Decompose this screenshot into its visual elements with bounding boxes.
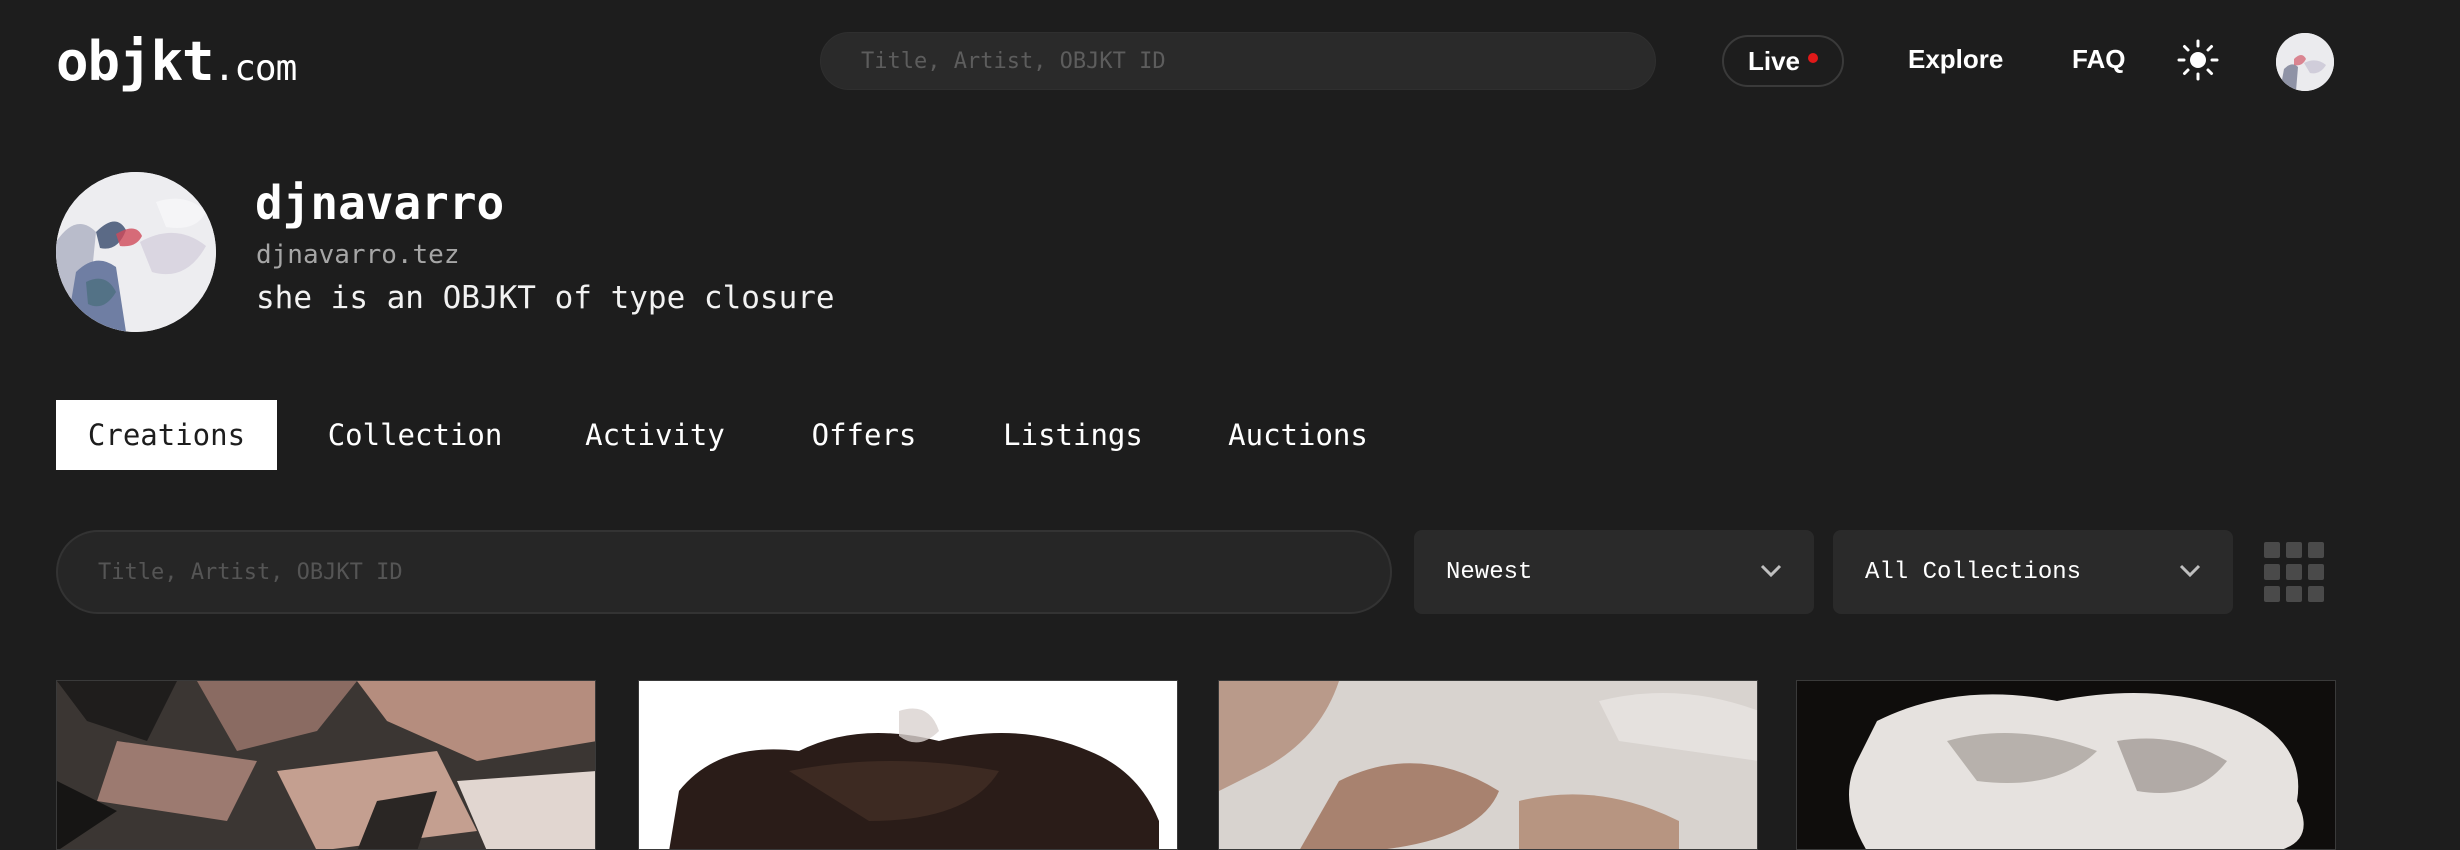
nav-explore-link[interactable]: Explore (1908, 44, 2003, 75)
artwork-card[interactable] (638, 680, 1178, 850)
artwork-card[interactable] (1218, 680, 1758, 850)
profile-bio: she is an OBJKT of type closure (256, 280, 835, 316)
nav-faq-link[interactable]: FAQ (2072, 44, 2125, 75)
tab-collection[interactable]: Collection (310, 400, 520, 470)
tab-listings[interactable]: Listings (995, 400, 1151, 470)
tab-activity[interactable]: Activity (570, 400, 740, 470)
grid-view-icon[interactable] (2264, 542, 2324, 602)
sun-icon[interactable] (2176, 38, 2220, 82)
chevron-down-icon (1760, 559, 1782, 586)
collection-select[interactable]: All Collections (1833, 530, 2233, 614)
tab-offers[interactable]: Offers (796, 400, 932, 470)
tab-creations[interactable]: Creations (56, 400, 277, 470)
live-label: Live (1747, 45, 1801, 76)
chevron-down-icon (2179, 559, 2201, 586)
sort-select[interactable]: Newest (1414, 530, 1814, 614)
live-indicator-dot (1808, 53, 1819, 63)
objkt-logo[interactable]: objkt.com (56, 30, 297, 93)
profile-tez-domain: djnavarro.tez (256, 240, 460, 270)
user-avatar[interactable] (2276, 33, 2334, 91)
live-button[interactable]: Live (1722, 35, 1844, 87)
profile-name: djnavarro (255, 176, 505, 230)
header-search-input[interactable] (820, 32, 1656, 90)
artwork-card[interactable] (1796, 680, 2336, 850)
profile-avatar (56, 172, 216, 332)
tab-auctions[interactable]: Auctions (1220, 400, 1376, 470)
sort-select-value: Newest (1446, 558, 1533, 586)
artwork-card[interactable] (56, 680, 596, 850)
collection-select-value: All Collections (1865, 558, 2082, 586)
creations-search-input[interactable] (56, 530, 1392, 614)
